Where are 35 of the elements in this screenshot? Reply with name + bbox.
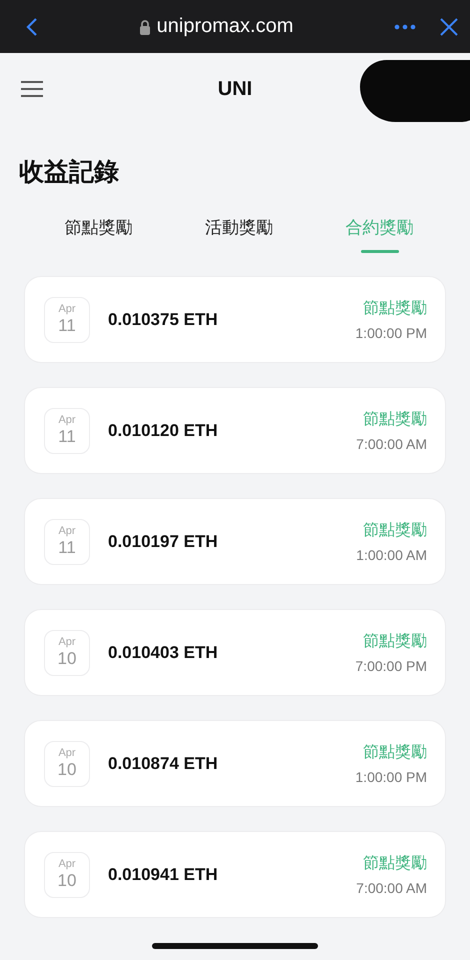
date-day: 10 xyxy=(58,649,76,669)
date-month: Apr xyxy=(58,747,76,760)
url-text[interactable]: unipromax.com xyxy=(156,15,294,38)
date-month: Apr xyxy=(58,636,76,649)
date-day: 10 xyxy=(58,871,76,891)
date-month: Apr xyxy=(58,303,76,316)
reward-type: 節點獎勵 xyxy=(363,410,427,430)
reward-type: 節點獎勵 xyxy=(363,299,427,319)
amount-text: 0.010375 ETH xyxy=(108,310,219,330)
tab[interactable]: 節點獎勵 xyxy=(64,210,132,249)
time-text: 1:00:00 PM xyxy=(355,769,427,785)
app-title: UNI xyxy=(218,78,252,100)
reward-type: 節點獎勵 xyxy=(363,521,427,541)
date-day: 10 xyxy=(58,760,76,780)
date-month: Apr xyxy=(58,525,76,538)
date-day: 11 xyxy=(58,316,76,336)
page-title: 收益記錄 xyxy=(19,157,120,188)
time-text: 1:00:00 AM xyxy=(356,547,427,563)
time-text: 7:00:00 AM xyxy=(356,880,427,896)
date-month: Apr xyxy=(58,858,76,871)
amount-text: 0.010941 ETH xyxy=(108,864,219,884)
reward-type: 節點獎勵 xyxy=(363,743,427,763)
time-text: 7:00:00 AM xyxy=(356,436,427,452)
reward-type: 節點獎勵 xyxy=(363,854,427,874)
reward-type: 節點獎勵 xyxy=(363,632,427,652)
date-month: Apr xyxy=(58,414,76,427)
date-day: 11 xyxy=(58,427,76,447)
time-text: 1:00:00 PM xyxy=(355,325,427,341)
amount-text: 0.010403 ETH xyxy=(108,642,219,662)
tab[interactable]: 活動獎勵 xyxy=(204,210,273,249)
amount-text: 0.010120 ETH xyxy=(108,420,219,440)
time-text: 7:00:00 PM xyxy=(355,658,427,674)
amount-text: 0.010197 ETH xyxy=(108,532,219,552)
amount-text: 0.010874 ETH xyxy=(108,754,219,774)
date-day: 11 xyxy=(58,538,76,558)
